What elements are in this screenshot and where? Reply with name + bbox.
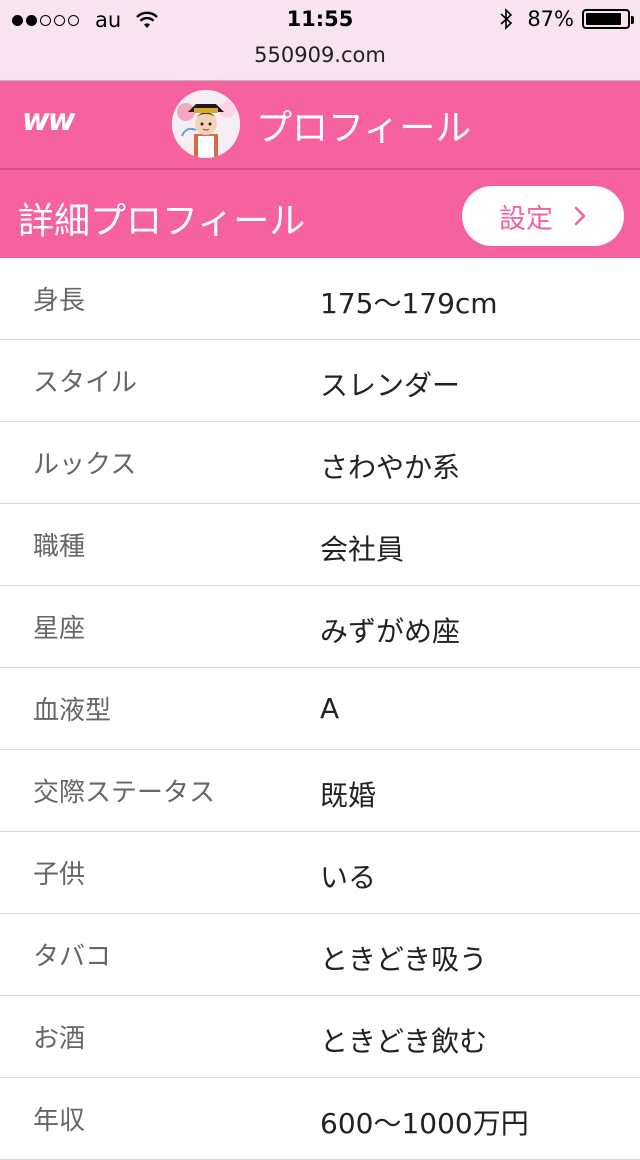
battery-fill — [586, 13, 621, 25]
profile-value: A — [320, 692, 340, 725]
profile-label: お酒 — [33, 1024, 86, 1054]
profile-label: タバコ — [33, 942, 112, 972]
profile-value: スレンダー — [320, 369, 461, 402]
profile-row-zodiac: 星座 みずがめ座 — [0, 586, 640, 668]
profile-value: 600〜1000万円 — [320, 1107, 529, 1140]
app-header: ww プロフィール — [0, 80, 640, 168]
profile-label: 子供 — [33, 860, 86, 890]
profile-value: ときどき吸う — [320, 943, 488, 976]
profile-value: いる — [320, 861, 377, 894]
profile-row-children: 子供 いる — [0, 832, 640, 914]
profile-label: スタイル — [33, 368, 138, 398]
profile-value: 既婚 — [320, 779, 377, 812]
profile-row-tobacco: タバコ ときどき吸う — [0, 914, 640, 996]
page-title: プロフィール — [256, 108, 472, 149]
profile-row-height: 身長 175〜179cm — [0, 258, 640, 340]
settings-button[interactable]: 設定 — [462, 186, 624, 246]
profile-label: ルックス — [33, 450, 137, 480]
profile-row-relationship: 交際ステータス 既婚 — [0, 750, 640, 832]
profile-row-looks: ルックス さわやか系 — [0, 422, 640, 504]
profile-label: 交際ステータス — [33, 778, 216, 808]
profile-value: さわやか系 — [320, 451, 461, 484]
profile-label: 血液型 — [33, 696, 112, 726]
avatar-image — [172, 90, 240, 158]
profile-row-alcohol: お酒 ときどき飲む — [0, 996, 640, 1078]
status-right: 87% — [499, 7, 634, 31]
profile-value: 会社員 — [320, 533, 405, 566]
profile-label: 身長 — [33, 286, 86, 316]
battery-percent: 87% — [527, 7, 574, 31]
bluetooth-icon — [500, 8, 513, 30]
section-title: 詳細プロフィール — [18, 201, 306, 242]
profile-value: ときどき飲む — [320, 1025, 488, 1058]
profile-label: 年収 — [33, 1106, 86, 1136]
avatar[interactable] — [172, 90, 240, 158]
status-bar: au 11:55 87% — [0, 0, 640, 40]
profile-list: 身長 175〜179cm スタイル スレンダー ルックス さわやか系 職種 会社… — [0, 258, 640, 1160]
settings-button-label: 設定 — [499, 203, 553, 235]
profile-value: みずがめ座 — [320, 615, 461, 648]
profile-row-blood-type: 血液型 A — [0, 668, 640, 750]
profile-label: 職種 — [33, 532, 86, 562]
profile-row-style: スタイル スレンダー — [0, 340, 640, 422]
chevron-right-icon — [574, 206, 586, 226]
profile-row-income: 年収 600〜1000万円 — [0, 1078, 640, 1160]
profile-label: 星座 — [33, 614, 86, 644]
section-header: 詳細プロフィール 設定 — [0, 168, 640, 258]
battery-icon — [582, 9, 634, 29]
app-logo[interactable]: ww — [22, 103, 75, 138]
profile-value: 175〜179cm — [320, 287, 498, 320]
url-bar[interactable]: 550909.com — [0, 40, 640, 80]
profile-row-occupation: 職種 会社員 — [0, 504, 640, 586]
